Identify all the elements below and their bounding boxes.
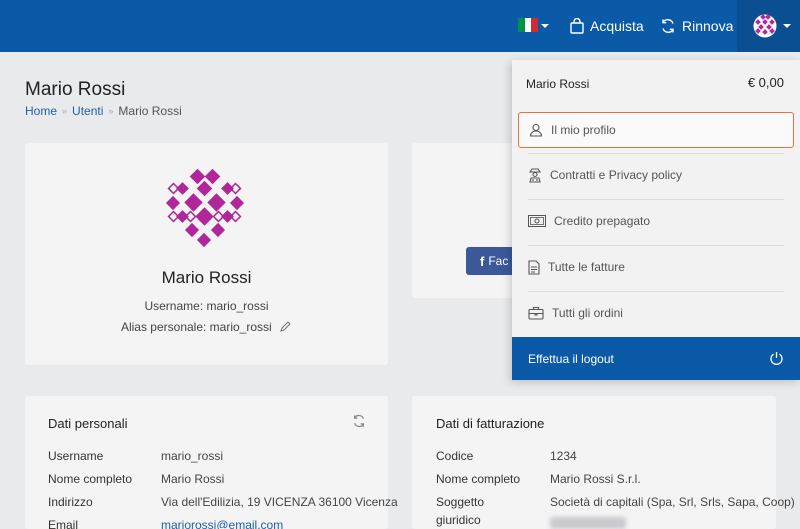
- breadcrumb-separator-icon: »: [62, 106, 68, 116]
- profile-avatar-icon: [165, 168, 245, 248]
- user-icon: [529, 123, 543, 137]
- menu-divider: [528, 291, 784, 292]
- chevron-down-icon[interactable]: [541, 24, 549, 28]
- personal-label-email: Email: [48, 518, 79, 529]
- buy-label: Acquista: [590, 18, 644, 34]
- language-selector-flag-icon[interactable]: [518, 18, 539, 32]
- personal-value-address: Via dell'Edilizia, 19 VICENZA 36100 Vice…: [161, 495, 398, 509]
- menu-divider: [528, 199, 784, 200]
- billing-data-title: Dati di fatturazione: [436, 416, 545, 431]
- profile-alias: Alias personale: mario_rossi: [0, 320, 413, 334]
- user-menu-button[interactable]: [737, 0, 800, 52]
- menu-item-label: Tutti gli ordini: [552, 306, 623, 320]
- contract-icon: [528, 167, 542, 183]
- menu-divider: [528, 245, 784, 246]
- renew-button[interactable]: Rinnova: [660, 14, 733, 38]
- logout-button[interactable]: Effettua il logout: [512, 337, 800, 380]
- breadcrumb-separator-icon: »: [108, 106, 114, 116]
- menu-item-label: Il mio profilo: [551, 123, 616, 137]
- banknote-icon: [528, 215, 546, 227]
- personal-value-fullname: Mario Rossi: [161, 472, 225, 486]
- page-title: Mario Rossi: [25, 79, 126, 100]
- breadcrumb-current: Mario Rossi: [118, 104, 182, 118]
- personal-label-address: Indirizzo: [48, 495, 93, 509]
- personal-label-username: Username: [48, 449, 104, 463]
- billing-label-fullname: Nome completo: [436, 472, 521, 486]
- avatar-icon: [753, 14, 777, 38]
- power-icon: [770, 352, 783, 365]
- personal-data-title: Dati personali: [48, 416, 128, 431]
- breadcrumb-home[interactable]: Home: [25, 104, 57, 118]
- billing-label-code: Codice: [436, 449, 474, 463]
- pencil-edit-icon[interactable]: [279, 320, 292, 333]
- billing-label-legal-entity-2: giuridico: [436, 513, 481, 527]
- renew-label: Rinnova: [682, 18, 734, 34]
- personal-value-username: mario_rossi: [161, 449, 224, 463]
- logout-label: Effettua il logout: [528, 351, 614, 366]
- menu-item-my-profile[interactable]: Il mio profilo: [518, 112, 794, 148]
- dropdown-header: Mario Rossi € 0,00: [512, 60, 800, 110]
- billing-value-code: 1234: [550, 449, 577, 463]
- menu-item-all-orders[interactable]: Tutti gli ordini: [518, 295, 794, 331]
- menu-item-prepaid-credit[interactable]: Credito prepagato: [518, 203, 794, 239]
- billing-label-legal-entity: Soggetto: [436, 495, 485, 509]
- profile-alias-text: Alias personale: mario_rossi: [120, 320, 272, 334]
- personal-value-email-link[interactable]: mariorossi@email.com: [161, 518, 283, 529]
- dropdown-user-name: Mario Rossi: [526, 77, 590, 91]
- menu-item-label: Tutte le fatture: [548, 260, 625, 274]
- chevron-down-icon: [783, 24, 791, 28]
- menu-item-label: Credito prepagato: [554, 214, 651, 228]
- menu-item-contracts[interactable]: Contratti e Privacy policy: [518, 157, 794, 193]
- redacted-value: [550, 517, 626, 529]
- personal-label-fullname: Nome completo: [48, 472, 133, 486]
- shopping-bag-icon: [570, 18, 584, 34]
- refresh-icon: [662, 19, 674, 33]
- document-icon: [528, 259, 540, 275]
- briefcase-icon: [528, 306, 544, 320]
- dropdown-balance: € 0,00: [747, 75, 784, 90]
- user-dropdown-menu: Mario Rossi € 0,00 Il mio profilo Contra…: [512, 60, 800, 380]
- menu-divider: [528, 153, 784, 154]
- profile-username: Username: mario_rossi: [144, 299, 269, 313]
- billing-value-fullname: Mario Rossi S.r.l.: [550, 472, 641, 486]
- facebook-icon: f: [480, 253, 485, 269]
- refresh-icon[interactable]: [352, 414, 366, 428]
- facebook-label: Fac: [488, 254, 509, 268]
- buy-button[interactable]: Acquista: [570, 14, 644, 38]
- menu-item-all-invoices[interactable]: Tutte le fatture: [518, 249, 794, 285]
- top-navbar: Acquista Rinnova: [0, 0, 800, 52]
- billing-value-legal-entity: Società di capitali (Spa, Srl, Srls, Sap…: [550, 495, 795, 509]
- menu-item-label: Contratti e Privacy policy: [550, 168, 683, 182]
- facebook-button[interactable]: f Fac: [466, 247, 512, 275]
- breadcrumb-users[interactable]: Utenti: [72, 104, 103, 118]
- breadcrumb: Home » Utenti » Mario Rossi: [25, 104, 182, 118]
- profile-name: Mario Rossi: [161, 268, 252, 287]
